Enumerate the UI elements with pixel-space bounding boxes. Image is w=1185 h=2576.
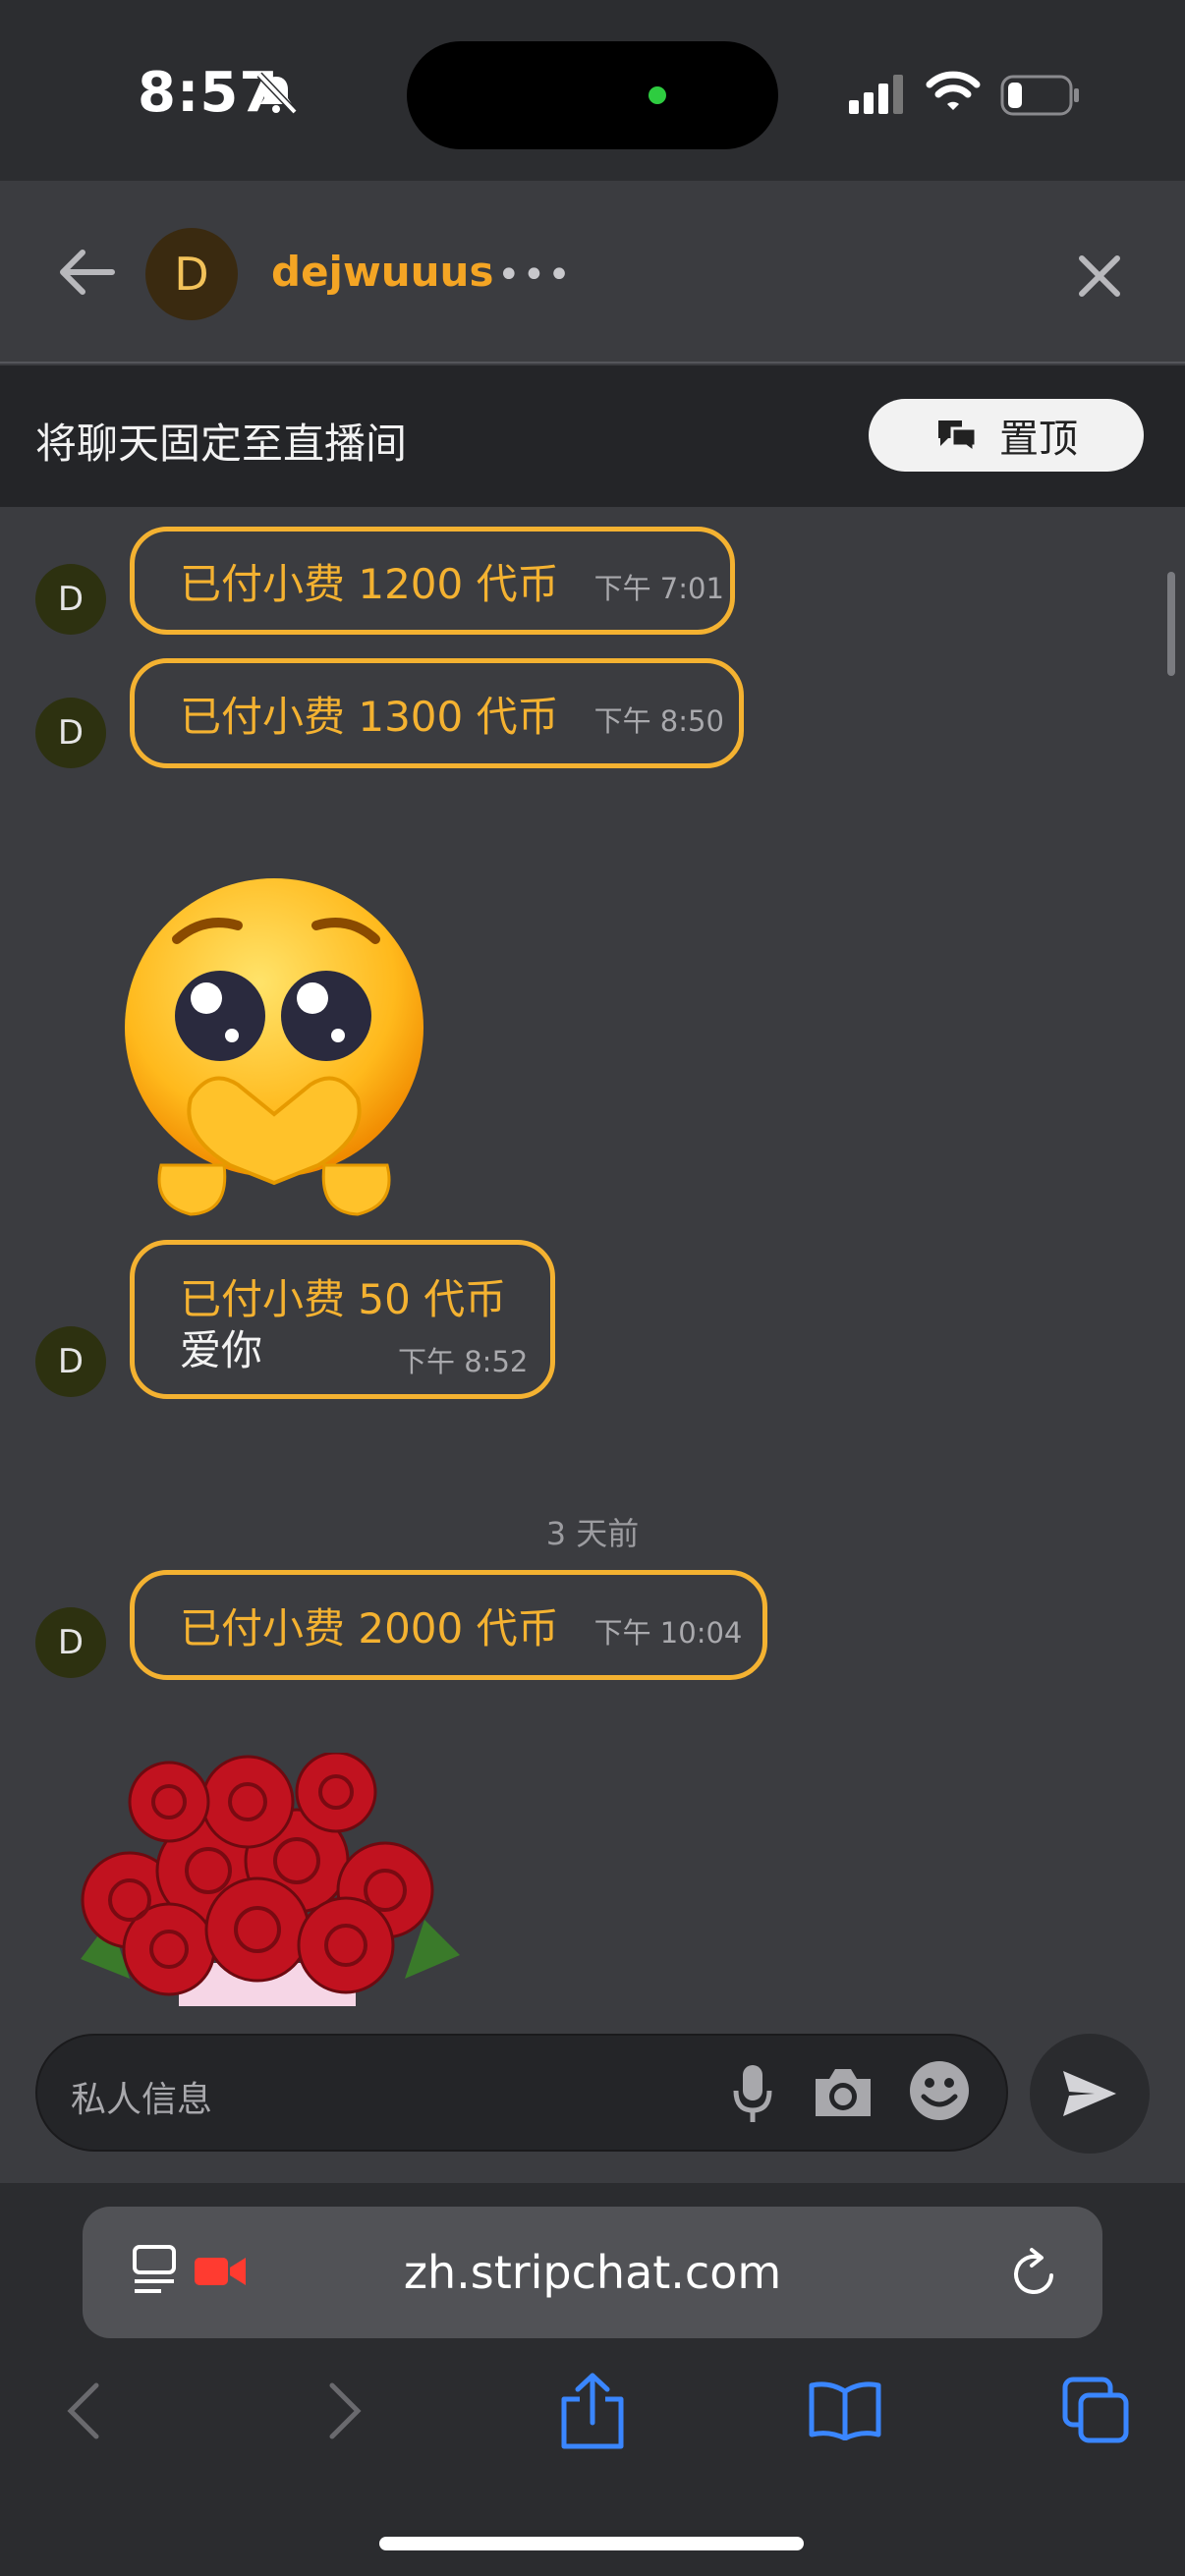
pin-button[interactable]: 置顶 bbox=[869, 399, 1144, 472]
tip-message-text: 已付小费 1300 代币 bbox=[180, 692, 559, 741]
reload-icon[interactable] bbox=[1010, 2246, 1059, 2299]
url-text[interactable]: zh.stripchat.com bbox=[0, 2246, 1185, 2299]
wifi-icon bbox=[926, 71, 981, 110]
forward-icon[interactable] bbox=[324, 2381, 364, 2440]
message-input-placeholder: 私人信息 bbox=[71, 2080, 213, 2120]
bell-muted-icon bbox=[256, 72, 298, 115]
tip-message-bubble: 已付小费 2000 代币 下午 10:04 bbox=[130, 1570, 767, 1680]
tip-message-text: 已付小费 1200 代币 bbox=[180, 559, 559, 608]
back-icon[interactable] bbox=[65, 2381, 104, 2440]
message-time: 下午 8:50 bbox=[593, 704, 724, 738]
avatar[interactable]: D bbox=[145, 228, 238, 320]
dynamic-island bbox=[407, 41, 778, 149]
rose-bouquet-sticker bbox=[81, 1753, 460, 2006]
pleading-face-heart-sticker bbox=[125, 878, 423, 1216]
send-button[interactable] bbox=[1030, 2034, 1150, 2154]
back-arrow-icon[interactable] bbox=[57, 248, 116, 297]
pin-button-label: 置顶 bbox=[999, 417, 1078, 462]
smiley-icon[interactable] bbox=[908, 2059, 971, 2122]
message-time: 下午 8:52 bbox=[398, 1345, 529, 1378]
cellular-signal-icon bbox=[849, 75, 903, 114]
avatar[interactable]: D bbox=[35, 1607, 106, 1678]
battery-icon bbox=[1000, 75, 1079, 116]
tip-message-bubble: 已付小费 1200 代币 下午 7:01 bbox=[130, 527, 735, 635]
avatar[interactable]: D bbox=[35, 698, 106, 768]
camera-indicator-dot bbox=[649, 86, 666, 104]
share-icon[interactable] bbox=[558, 2372, 627, 2450]
tip-message-text: 已付小费 2000 代币 bbox=[180, 1603, 559, 1652]
tip-message-bubble: 已付小费 50 代币 爱你 下午 8:52 bbox=[130, 1240, 555, 1399]
tip-message-note: 爱你 bbox=[180, 1326, 263, 1374]
chat-username[interactable]: dejwuuus bbox=[271, 248, 493, 296]
pin-chat-label: 将聊天固定至直播间 bbox=[35, 420, 408, 468]
camera-icon[interactable] bbox=[812, 2065, 875, 2120]
avatar[interactable]: D bbox=[35, 1326, 106, 1397]
bookmarks-icon[interactable] bbox=[808, 2380, 882, 2440]
home-indicator bbox=[379, 2537, 804, 2550]
day-separator: 3 天前 bbox=[545, 1515, 640, 1552]
send-icon bbox=[1063, 2071, 1116, 2116]
avatar[interactable]: D bbox=[35, 564, 106, 635]
message-time: 下午 10:04 bbox=[593, 1616, 743, 1650]
chat-bubbles-icon bbox=[938, 420, 978, 454]
scrollbar[interactable] bbox=[1167, 572, 1175, 676]
tabs-icon[interactable] bbox=[1061, 2376, 1130, 2444]
more-options-icon[interactable]: ••• bbox=[497, 255, 573, 295]
microphone-icon[interactable] bbox=[733, 2063, 772, 2124]
message-time: 下午 7:01 bbox=[593, 572, 724, 605]
close-icon[interactable] bbox=[1077, 253, 1122, 299]
tip-message-bubble: 已付小费 1300 代币 下午 8:50 bbox=[130, 658, 744, 768]
